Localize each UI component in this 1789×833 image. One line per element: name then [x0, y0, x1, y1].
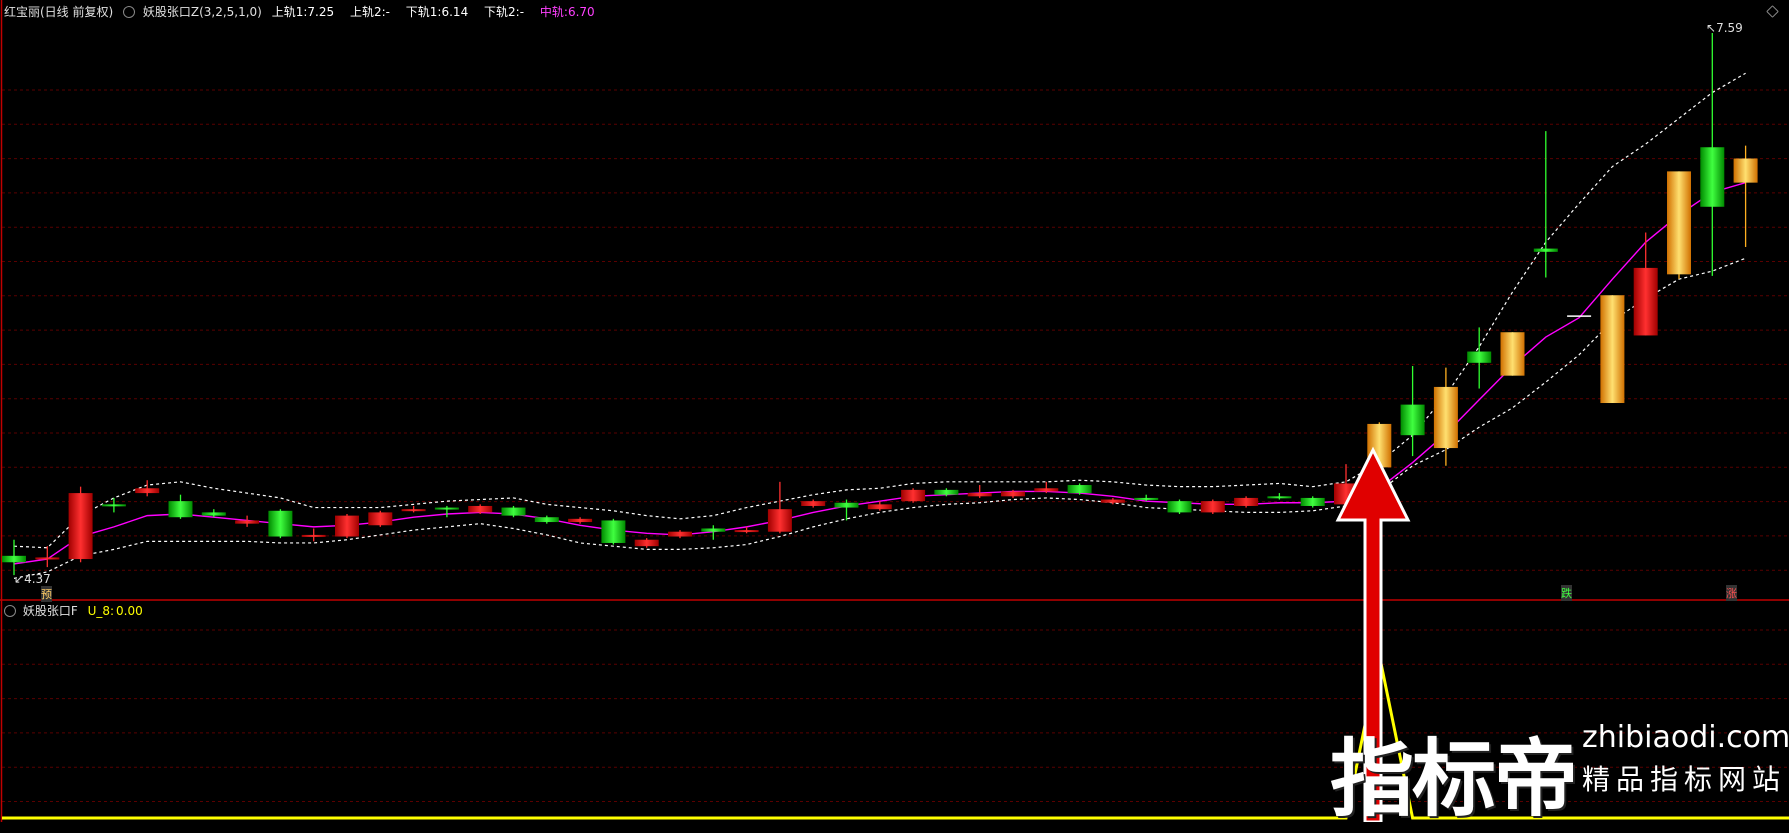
candle-body: [235, 520, 260, 524]
stock-name[interactable]: 红宝丽(日线 前复权): [4, 5, 113, 19]
candle-body: [734, 530, 759, 533]
up2-value: -: [385, 5, 390, 19]
candle-body: [634, 539, 659, 547]
candle-body: [401, 509, 426, 512]
up1-value: 7.25: [307, 5, 335, 19]
candle-body: [1034, 488, 1059, 492]
sub-header: 妖股张口F U_8: 0.00: [4, 602, 155, 619]
candle-body: [1533, 248, 1558, 252]
candle-body: [335, 515, 359, 537]
candle-body: [1067, 485, 1092, 494]
candle-body: [1500, 332, 1525, 376]
candle-body: [1267, 496, 1292, 499]
sub-indicator-name[interactable]: 妖股张口F: [23, 604, 78, 618]
dn2-value: -: [519, 5, 525, 19]
collapse-icon[interactable]: [123, 6, 136, 18]
candle-body: [1433, 386, 1458, 449]
candle-body: [1700, 147, 1725, 207]
candle-body: [1100, 499, 1125, 503]
candlestick-chart: [0, 0, 1789, 822]
candle-body: [901, 489, 926, 502]
candle-body: [68, 493, 93, 560]
candle-body: [268, 510, 293, 537]
candle-body: [967, 493, 992, 497]
candle-body: [1733, 158, 1758, 183]
candle-body: [934, 489, 959, 495]
candle-body: [101, 504, 126, 507]
candle-body: [201, 512, 226, 516]
candle-body: [1600, 295, 1625, 404]
candle-body: [867, 504, 892, 510]
candle-body: [1200, 501, 1225, 513]
candle-body: [368, 512, 393, 526]
candle-body: [301, 534, 326, 537]
watermark-slogan: 精品指标网站: [1582, 763, 1787, 796]
candle-body: [1300, 497, 1325, 506]
candles: [2, 33, 1758, 576]
candle-body: [434, 507, 459, 510]
candle-body: [701, 528, 726, 532]
candle-body: [1633, 267, 1658, 336]
candle-body: [1400, 404, 1425, 436]
candle-body: [767, 509, 792, 532]
collapse-icon[interactable]: [4, 605, 16, 617]
low-price-label: ↙4.37: [14, 572, 51, 586]
candle-body: [1167, 501, 1192, 513]
candle-body: [801, 501, 826, 506]
candle-body: [834, 502, 859, 508]
candle-body: [2, 555, 26, 563]
indicator-name[interactable]: 妖股张口Z(3,2,5,1,0): [143, 5, 262, 19]
candle-body: [501, 507, 526, 516]
u8-value: 0.00: [116, 604, 143, 618]
mid-label: 中轨:: [539, 5, 568, 19]
candle-body: [135, 488, 160, 494]
u8-label: U_8:: [87, 604, 115, 618]
candle-body: [1001, 491, 1025, 497]
rise-marker: 涨: [1726, 585, 1737, 601]
main-header: 红宝丽(日线 前复权) 妖股张口Z(3,2,5,1,0) 上轨1:7.25 上轨…: [4, 3, 607, 20]
drop-marker: 跌: [1561, 585, 1572, 601]
up1-label: 上轨1:: [271, 5, 308, 19]
candle-body: [568, 518, 593, 523]
candle-body: [1134, 497, 1159, 500]
dn1-label: 下轨1:: [405, 5, 442, 19]
candle-body: [468, 505, 493, 513]
dn2-label: 下轨2:: [484, 5, 520, 19]
pre-marker: 预: [41, 586, 52, 602]
dn1-value: 6.14: [441, 5, 469, 19]
candle-body: [35, 557, 60, 560]
candle-body: [168, 501, 193, 518]
mid-value: 6.70: [567, 5, 595, 19]
candle-body: [668, 531, 692, 537]
upper-band-line: [13, 72, 1746, 549]
high-price-label: ↖7.59: [1706, 21, 1743, 35]
candle-body: [1467, 351, 1492, 363]
up2-label: 上轨2:: [349, 5, 386, 19]
candle-body: [1667, 171, 1691, 275]
watermark-url: zhibiaodi.com: [1582, 720, 1789, 755]
candle-body: [1234, 497, 1259, 506]
candle-body: [601, 520, 626, 543]
watermark-brand: 指标帝: [1330, 730, 1578, 828]
candle-body: [534, 517, 559, 523]
grid-lines: [2, 89, 1789, 802]
